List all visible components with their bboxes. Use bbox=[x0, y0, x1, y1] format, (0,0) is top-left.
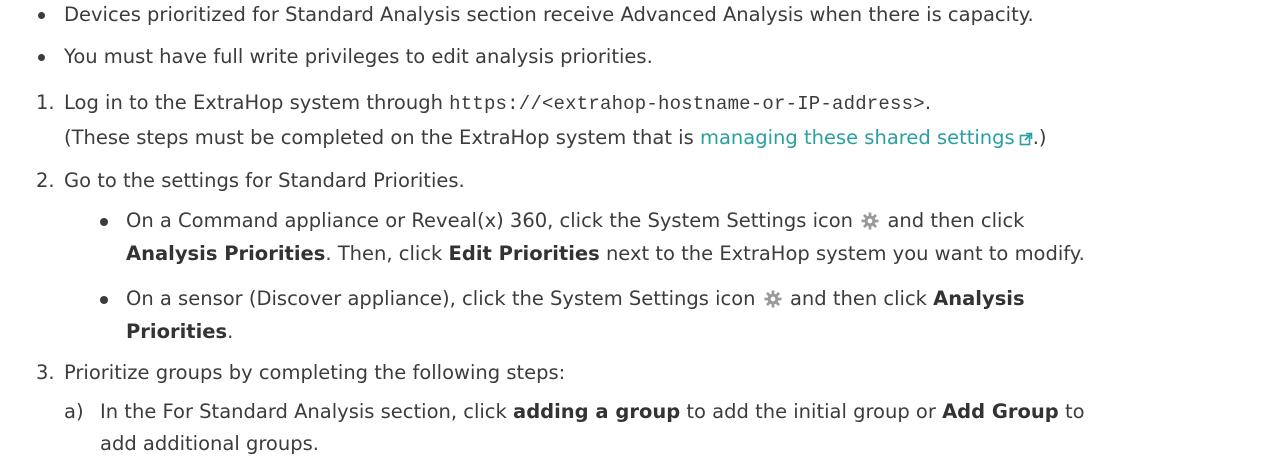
sub-text: and then click bbox=[887, 209, 1025, 232]
priorities-label: Priorities bbox=[126, 320, 228, 343]
bullet-dot bbox=[38, 54, 45, 61]
sub-bullet-dot bbox=[100, 296, 108, 304]
sub-text: to add the initial group or bbox=[680, 400, 943, 423]
step-number: 1. bbox=[36, 91, 55, 114]
step-number: 3. bbox=[36, 361, 55, 384]
analysis-label: Analysis bbox=[933, 287, 1025, 310]
step-text-post: . bbox=[924, 91, 932, 114]
step-note: (These steps must be completed on the Ex… bbox=[64, 124, 1047, 152]
sub-text: In the For Standard Analysis section, cl… bbox=[100, 400, 514, 423]
sub-bullet-text-cont: Priorities. bbox=[126, 318, 233, 346]
url-code: https://<extrahop-hostname-or-IP-address… bbox=[449, 93, 925, 115]
sub-text: . bbox=[227, 320, 234, 343]
sub-text: to bbox=[1058, 400, 1085, 423]
edit-priorities-label: Edit Priorities bbox=[448, 242, 600, 265]
sub-bullet-text: On a sensor (Discover appliance), click … bbox=[126, 285, 1025, 313]
bullet-text: You must have full write privileges to e… bbox=[64, 45, 653, 68]
step-text-pre: Log in to the ExtraHop system through bbox=[64, 91, 450, 114]
sub-text: and then click bbox=[789, 287, 934, 310]
note-post: .) bbox=[1032, 126, 1047, 149]
sub-bullet-dot bbox=[100, 218, 108, 226]
sub-text: On a Command appliance or Reveal(x) 360,… bbox=[126, 209, 854, 232]
step-text: Go to the settings for Standard Prioriti… bbox=[64, 169, 465, 192]
sub-text: next to the ExtraHop system you want to … bbox=[599, 242, 1085, 265]
note-pre: (These steps must be completed on the Ex… bbox=[64, 126, 700, 149]
sub-bullet-text: On a Command appliance or Reveal(x) 360,… bbox=[126, 207, 1024, 235]
gear-icon bbox=[764, 290, 782, 308]
step-text: Log in to the ExtraHop system through ht… bbox=[64, 89, 931, 118]
step-text: Prioritize groups by completing the foll… bbox=[64, 361, 566, 384]
bullet-text: Devices prioritized for Standard Analysi… bbox=[64, 3, 1034, 26]
external-link-icon[interactable] bbox=[1019, 132, 1033, 146]
sub-bullet-text-cont: Analysis Priorities. Then, click Edit Pr… bbox=[126, 240, 1085, 268]
sub-text: . Then, click bbox=[325, 242, 449, 265]
bullet-dot bbox=[38, 12, 45, 19]
adding-a-group-label: adding a group bbox=[513, 400, 681, 423]
step-number: 2. bbox=[36, 169, 55, 192]
substep-text-cont: add additional groups. bbox=[100, 432, 319, 455]
substep-text: In the For Standard Analysis section, cl… bbox=[100, 398, 1085, 426]
add-group-label: Add Group bbox=[942, 400, 1059, 423]
shared-settings-link[interactable]: managing these shared settings bbox=[700, 126, 1015, 149]
sub-text: On a sensor (Discover appliance), click … bbox=[126, 287, 756, 310]
substep-label: a) bbox=[64, 400, 84, 423]
gear-icon bbox=[861, 212, 879, 230]
analysis-priorities-label: Analysis Priorities bbox=[126, 242, 326, 265]
